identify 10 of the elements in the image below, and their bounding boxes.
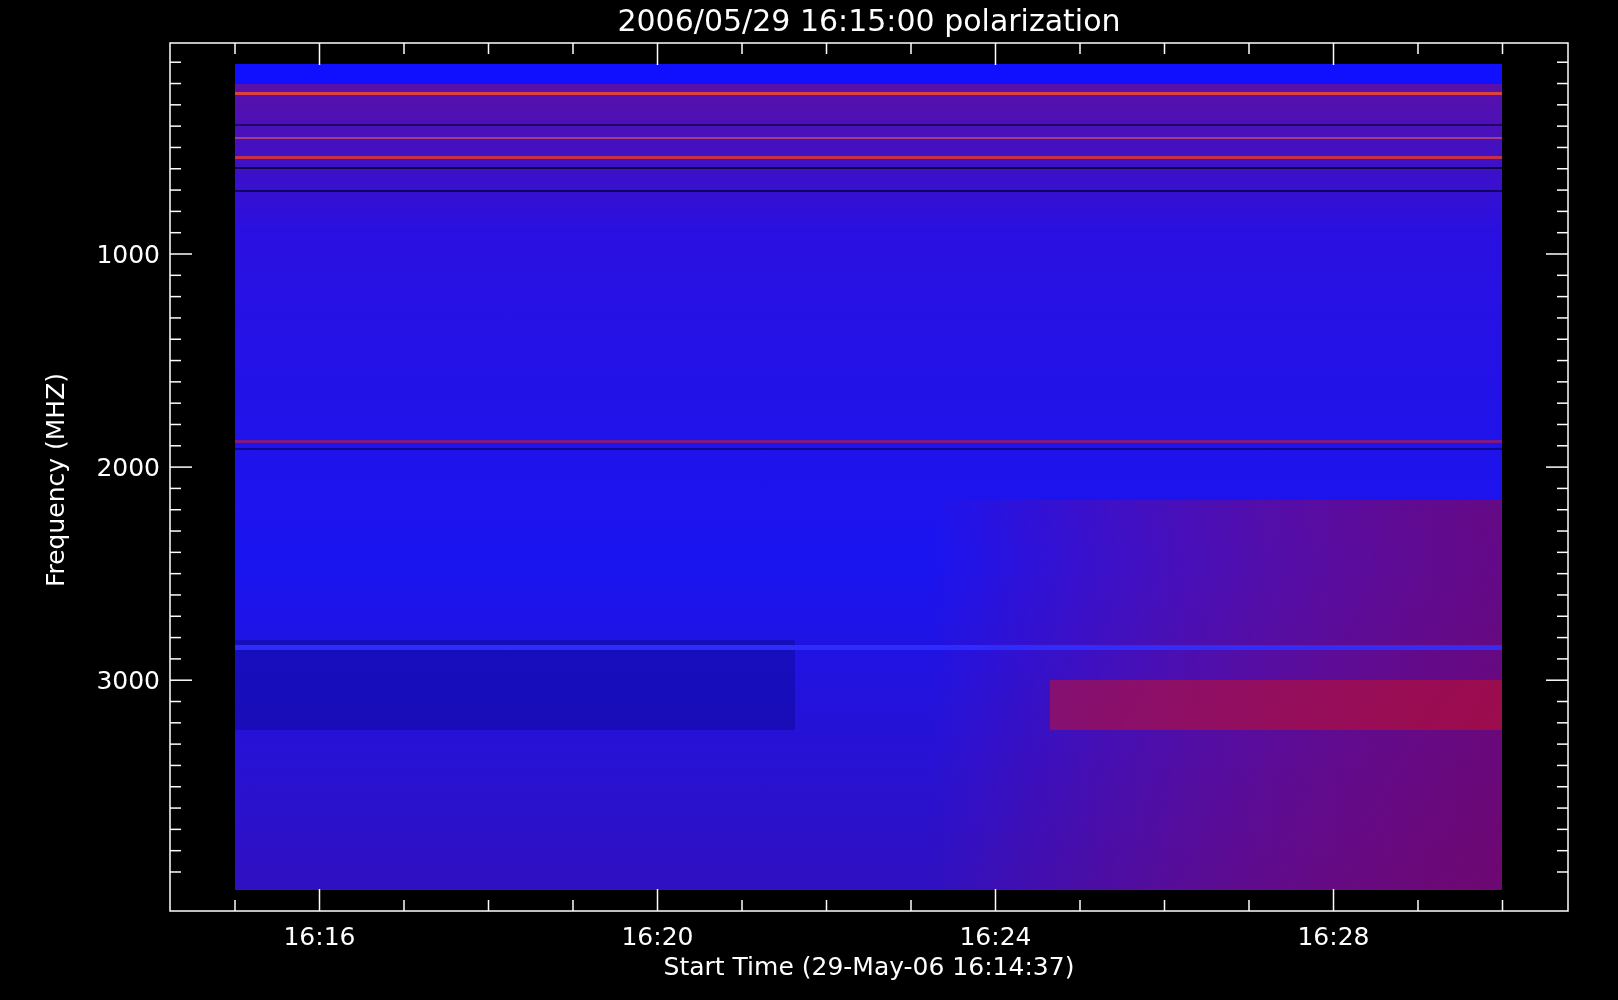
y-axis-title: Frequency (MHZ) (41, 372, 70, 588)
x-axis-title: Start Time (29-May-06 16:14:37) (663, 952, 1075, 981)
x-tick-label: 16:24 (959, 922, 1032, 951)
y-tick-label: 1000 (96, 240, 160, 269)
y-tick-label: 3000 (96, 666, 160, 696)
x-tick-label: 16:16 (283, 922, 356, 951)
x-tick-label: 16:20 (621, 922, 694, 951)
plot-title: 2006/05/29 16:15:00 polarization (617, 3, 1121, 38)
y-tick-label: 2000 (96, 453, 160, 483)
x-tick-label: 16:28 (1297, 922, 1370, 951)
